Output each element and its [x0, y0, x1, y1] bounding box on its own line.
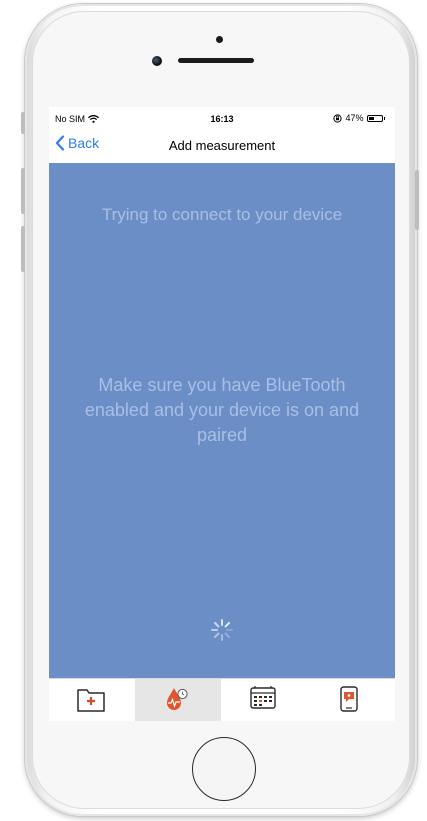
blood-drop-clock-icon	[167, 688, 188, 710]
medical-folder-icon	[77, 689, 105, 712]
connecting-message: Trying to connect to your device	[101, 205, 343, 224]
spinner-spoke	[213, 632, 220, 639]
mute-switch	[21, 112, 25, 134]
tab-medical-records[interactable]	[49, 679, 135, 721]
connection-panel: Trying to connect to your device Make su…	[49, 163, 395, 678]
tab-add-measurement[interactable]	[135, 679, 221, 721]
tab-calendar[interactable]	[221, 679, 307, 721]
home-button[interactable]	[192, 737, 256, 801]
earpiece-speaker	[178, 58, 254, 63]
status-right: 47%	[333, 113, 385, 123]
tab-messages[interactable]	[307, 679, 393, 721]
front-camera	[152, 56, 162, 66]
orientation-lock-icon	[333, 113, 343, 123]
volume-up-button	[21, 168, 25, 214]
battery-tip	[383, 116, 385, 120]
calendar-icon	[250, 686, 276, 709]
spinner-spoke	[213, 621, 220, 628]
battery-icon	[366, 114, 383, 122]
bluetooth-instructions: Make sure you have BlueTooth enabled and…	[84, 375, 360, 445]
power-button	[415, 170, 419, 230]
phone-screen: No SIM 16:13 47% Back Add measurement Tr…	[49, 107, 395, 721]
volume-down-button	[21, 226, 25, 272]
spinner-spoke	[224, 632, 231, 639]
stage: No SIM 16:13 47% Back Add measurement Tr…	[0, 0, 427, 821]
proximity-sensor	[216, 36, 223, 43]
tab-bar	[49, 678, 395, 721]
phone-chat-icon	[340, 686, 358, 712]
page-title: Add measurement	[168, 138, 276, 153]
navigation-bar: Back Add measurement	[49, 129, 395, 163]
battery-level-fill	[368, 116, 375, 120]
status-bar: No SIM 16:13 47%	[49, 107, 395, 129]
battery-percent: 47%	[345, 113, 364, 123]
loading-spinner-icon	[211, 619, 233, 641]
spinner-spoke	[224, 621, 231, 628]
